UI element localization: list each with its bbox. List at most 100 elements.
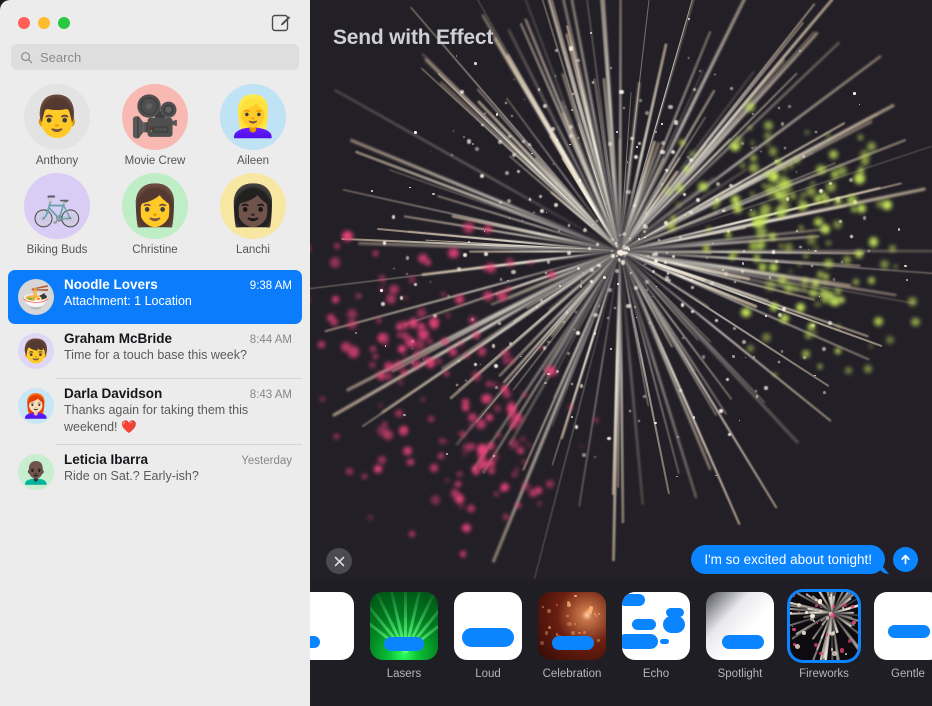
firework-spark [438, 453, 444, 459]
firework-spark [486, 263, 496, 273]
close-icon[interactable] [326, 548, 352, 574]
pinned-conversation[interactable]: 👱‍♀️ Aileen [204, 84, 302, 167]
firework-spark [784, 283, 794, 293]
firework-spark [676, 476, 677, 477]
firework-spark [458, 341, 465, 348]
firework-spark [832, 651, 836, 655]
firework-spark [627, 161, 628, 162]
firework-spark [802, 350, 810, 358]
firework-spark [818, 599, 822, 603]
firework-spark [815, 302, 818, 305]
firework-spark [379, 404, 383, 408]
confetti-dot [566, 615, 568, 617]
pinned-conversation[interactable]: 👩🏿 Lanchi [204, 173, 302, 256]
conversation-row[interactable]: 👩🏻‍🦰 Darla Davidson 8:43 AM Thanks again fo… [8, 379, 302, 444]
effect-option-loud[interactable]: Loud [454, 592, 522, 680]
firework-spark [621, 260, 625, 264]
firework-spark [639, 99, 642, 102]
pinned-conversation[interactable]: 🎥 Movie Crew [106, 84, 204, 167]
firework-spark [567, 251, 571, 255]
effect-thumbnail [310, 592, 354, 660]
conversation-list: 🍜 Noodle Lovers 9:38 AM Attachment: 1 Locat… [0, 262, 310, 499]
firework-spark [638, 142, 641, 145]
firework-spark [580, 445, 583, 448]
pinned-conversation[interactable]: 👩 Christine [106, 173, 204, 256]
effect-option-echo[interactable]: Echo [622, 592, 690, 680]
firework-spark [726, 232, 731, 237]
firework-spark [538, 88, 540, 90]
firework-spark [790, 193, 796, 199]
message-bubble[interactable]: I'm so excited about tonight! [691, 545, 885, 574]
firework-spark [463, 453, 466, 456]
firework-spark [837, 166, 847, 176]
effect-option-fireworks[interactable]: Fireworks [790, 592, 858, 680]
firework-spark [400, 296, 403, 299]
firework-spark [571, 383, 573, 385]
firework-spark [497, 291, 507, 301]
effect-option-partial[interactable] [310, 592, 354, 668]
firework-spark [707, 227, 711, 231]
firework-spark [467, 505, 474, 512]
effect-option-lasers[interactable]: Lasers [370, 592, 438, 680]
firework-spark [794, 158, 799, 163]
firework-spark [551, 127, 555, 131]
effect-option-celebration[interactable]: Celebration [538, 592, 606, 680]
zoom-window-button[interactable] [58, 17, 70, 29]
conversation-row[interactable]: 👦 Graham McBride 8:44 AM Time for a touch b… [8, 324, 302, 378]
firework-spark [473, 332, 481, 340]
conversation-row[interactable]: 🍜 Noodle Lovers 9:38 AM Attachment: 1 Locat… [8, 270, 302, 324]
confetti-dot [567, 601, 570, 604]
firework-spark [603, 276, 605, 278]
compose-pencil-icon[interactable] [270, 12, 292, 34]
firework-spark [821, 225, 830, 234]
minimize-window-button[interactable] [38, 17, 50, 29]
firework-spark [426, 358, 436, 368]
effects-picker-strip[interactable]: Lasers Loud Celebration Echo Spotlight Firewo… [310, 582, 932, 706]
firework-spark [645, 280, 649, 284]
firework-spark [819, 652, 822, 655]
pinned-conversation[interactable]: 👨 Anthony [8, 84, 106, 167]
firework-spark [840, 648, 844, 652]
firework-spark [630, 137, 633, 140]
firework-spark [483, 291, 493, 301]
firework-spark [386, 294, 396, 304]
firework-spark [593, 313, 597, 317]
chat-bubble-shape [310, 636, 320, 648]
conversation-body: Darla Davidson 8:43 AM Thanks again for ta… [64, 386, 292, 435]
firework-spark [500, 278, 502, 280]
firework-spark [849, 178, 853, 182]
firework-spark [404, 296, 408, 300]
firework-spark [368, 515, 373, 520]
firework-spark [766, 142, 770, 146]
firework-spark [508, 411, 518, 421]
firework-spark [636, 317, 637, 318]
firework-spark [348, 346, 359, 357]
firework-spark [506, 258, 514, 266]
firework-spark [769, 276, 772, 279]
effect-option-spotlight[interactable]: Spotlight [706, 592, 774, 680]
send-arrow-up-icon[interactable] [893, 547, 918, 572]
firework-spark [823, 197, 829, 203]
firework-spark [503, 391, 511, 399]
firework-spark [802, 155, 806, 159]
pinned-conversation[interactable]: 🚲 Biking Buds [8, 173, 106, 256]
close-window-button[interactable] [18, 17, 30, 29]
firework-spark [690, 279, 692, 281]
chat-bubble-shape [722, 635, 764, 649]
firework-spark [516, 503, 521, 508]
effect-option-gentle[interactable]: Gentle [874, 592, 932, 680]
firework-spark [679, 236, 682, 239]
firework-spark [638, 420, 640, 422]
confetti-dot [547, 609, 551, 613]
firework-spark [401, 371, 406, 376]
avatar: 👦 [18, 333, 54, 369]
conversation-preview: Thanks again for taking them this weeken… [64, 402, 292, 435]
conversation-row[interactable]: 👨🏿‍🦲 Leticia Ibarra Yesterday Ride on Sat.?… [8, 445, 302, 499]
firework-spark [826, 182, 836, 192]
search-input[interactable]: Search [11, 44, 299, 70]
firework-spark [446, 479, 449, 482]
firework-spark [377, 318, 381, 322]
confetti-dot [556, 604, 558, 606]
firework-spark [374, 465, 382, 473]
firework-spark [579, 179, 581, 181]
